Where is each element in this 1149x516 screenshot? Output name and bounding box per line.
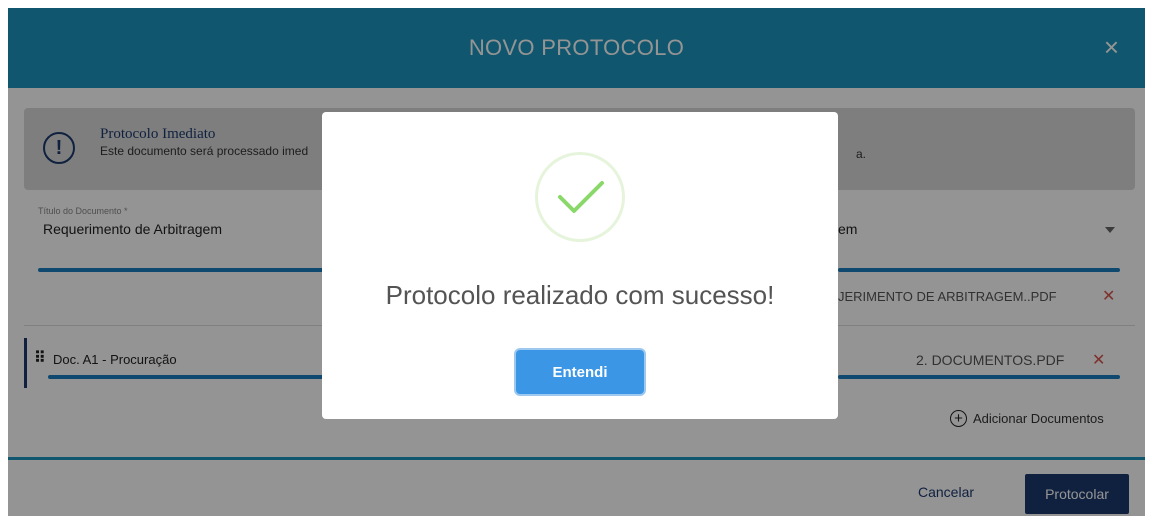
entendi-button[interactable]: Entendi: [516, 350, 644, 394]
check-icon: [535, 152, 625, 242]
success-message: Protocolo realizado com sucesso!: [385, 280, 775, 310]
success-modal: Protocolo realizado com sucesso! Entendi: [322, 112, 838, 419]
